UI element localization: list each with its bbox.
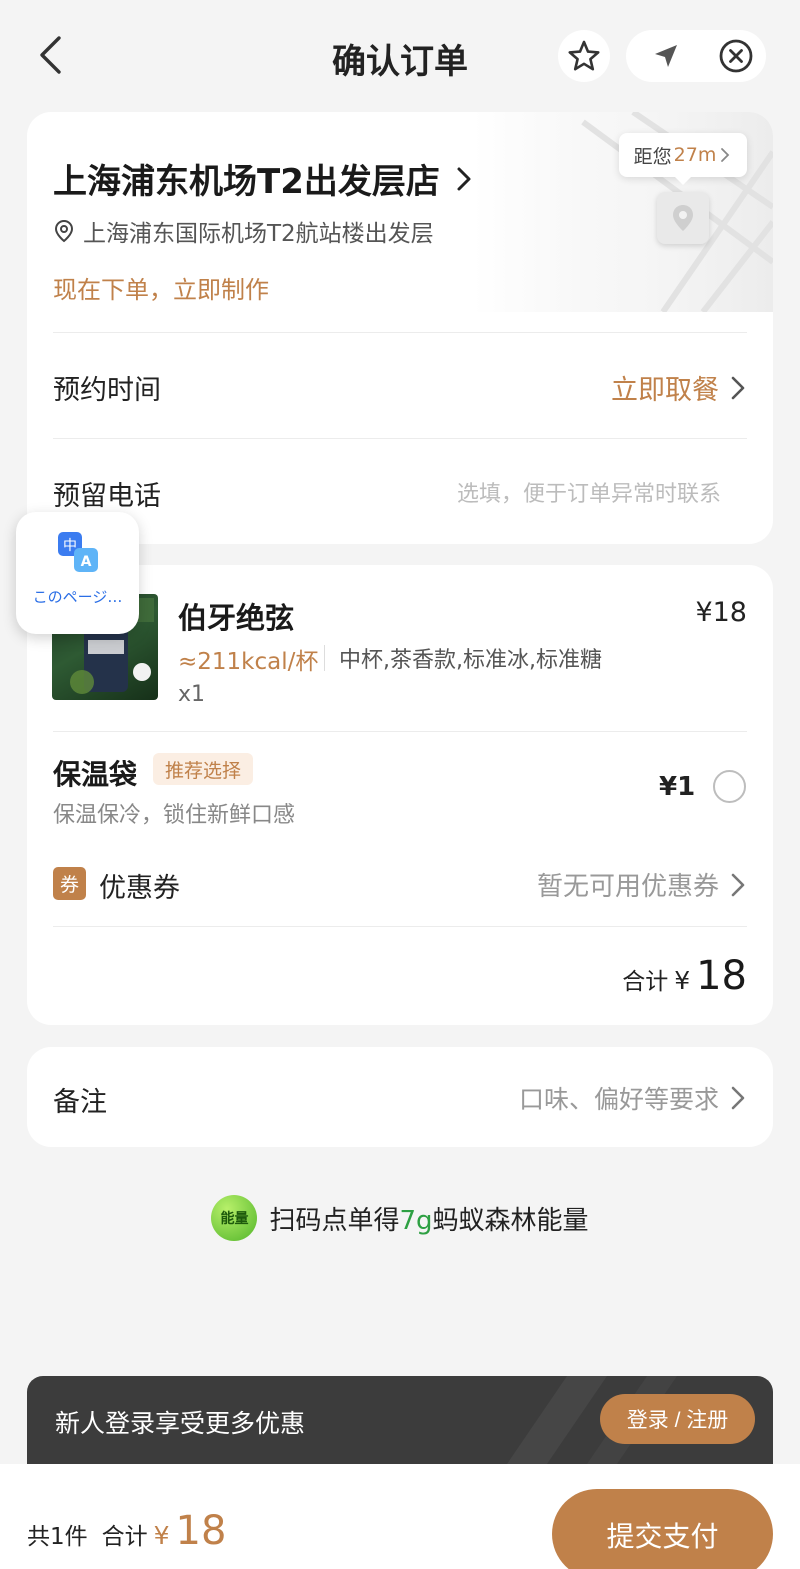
product-name: 伯牙绝弦 bbox=[178, 601, 295, 635]
bottom-total-label: 合计 bbox=[101, 1524, 148, 1550]
energy-amount: 7g bbox=[399, 1205, 433, 1236]
bottom-summary: 共1件 合计 ¥ 18 bbox=[27, 1508, 226, 1554]
reservation-time-selector[interactable]: 立即取餐 bbox=[611, 368, 747, 407]
reservation-value: 立即取餐 bbox=[611, 375, 719, 406]
store-card: 上海浦东机场T2出发层店 距您 27m 上海浦东国际机场T2航站楼出发层 现在下… bbox=[27, 112, 773, 544]
energy-banner: 能量 扫码点单得7g蚂蚁森林能量 bbox=[0, 1195, 800, 1241]
translate-icon: 中 A bbox=[58, 532, 98, 572]
remark-selector[interactable]: 口味、偏好等要求 bbox=[519, 1080, 747, 1116]
divider bbox=[53, 926, 747, 927]
translate-widget[interactable]: 中 A このページ… bbox=[16, 512, 139, 634]
item-count: 共1件 bbox=[27, 1524, 88, 1550]
close-button[interactable] bbox=[706, 30, 766, 82]
coupon-selector[interactable]: 暂无可用优惠券 bbox=[537, 866, 747, 903]
order-total: 合计 ¥ 18 bbox=[622, 953, 747, 999]
coupon-label: 优惠券 bbox=[99, 873, 180, 904]
location-pin-icon bbox=[54, 219, 74, 243]
bottom-total-amount: 18 bbox=[175, 1508, 227, 1554]
login-promo-text: 新人登录享受更多优惠 bbox=[55, 1409, 306, 1438]
store-name: 上海浦东机场T2出发层店 bbox=[53, 162, 440, 202]
chevron-left-icon bbox=[40, 36, 61, 74]
remark-card[interactable]: 备注 口味、偏好等要求 bbox=[27, 1047, 773, 1147]
back-button[interactable] bbox=[30, 30, 74, 80]
total-currency: ¥ bbox=[674, 966, 691, 995]
addon-description: 保温保冷，锁住新鲜口感 bbox=[53, 803, 296, 828]
chevron-right-icon bbox=[721, 148, 730, 162]
translate-icon-text-2: A bbox=[81, 554, 92, 570]
store-address: 上海浦东国际机场T2航站楼出发层 bbox=[53, 214, 434, 248]
energy-text: 扫码点单得7g蚂蚁森林能量 bbox=[269, 1200, 588, 1237]
phone-label: 预留电话 bbox=[53, 481, 161, 512]
energy-text-before: 扫码点单得 bbox=[269, 1205, 400, 1236]
addon-radio[interactable] bbox=[713, 770, 746, 803]
distance-tooltip[interactable]: 距您 27m bbox=[619, 133, 747, 185]
divider bbox=[53, 438, 747, 439]
addon-price: ¥1 bbox=[659, 772, 696, 802]
store-address-text: 上海浦东国际机场T2航站楼出发层 bbox=[83, 221, 434, 247]
distance-value: 27m bbox=[673, 144, 717, 166]
order-card: 伯牙绝弦 ¥18 ≈211kcal/杯 中杯,茶香款,标准冰,标准糖 x1 保温… bbox=[27, 565, 773, 1025]
navigation-arrow-icon bbox=[655, 45, 677, 67]
close-circle-icon bbox=[719, 39, 753, 73]
order-notice: 现在下单，立即制作 bbox=[53, 276, 269, 304]
energy-icon: 能量 bbox=[211, 1195, 258, 1241]
translate-icon-text-1: 中 bbox=[63, 538, 77, 554]
locate-button[interactable] bbox=[636, 30, 696, 82]
divider bbox=[324, 645, 325, 671]
remark-placeholder: 口味、偏好等要求 bbox=[518, 1085, 719, 1114]
product-calories: ≈211kcal/杯 bbox=[178, 649, 319, 675]
phone-input[interactable] bbox=[327, 472, 721, 516]
bottom-total-currency: ¥ bbox=[153, 1521, 170, 1550]
remark-label: 备注 bbox=[53, 1087, 107, 1118]
energy-text-after: 蚂蚁森林能量 bbox=[432, 1205, 589, 1236]
addon-badge: 推荐选择 bbox=[153, 753, 254, 785]
chevron-right-icon bbox=[731, 376, 745, 399]
bottom-bar: 共1件 合计 ¥ 18 提交支付 bbox=[0, 1464, 800, 1569]
divider bbox=[53, 731, 747, 732]
login-banner: 新人登录享受更多优惠 登录 / 注册 bbox=[27, 1376, 773, 1464]
product-price: ¥18 bbox=[695, 597, 747, 628]
coupon-icon: 券 bbox=[53, 867, 86, 900]
product-spec: 中杯,茶香款,标准冰,标准糖 bbox=[339, 648, 602, 673]
top-bar: 确认订单 bbox=[0, 0, 800, 110]
translate-label: このページ… bbox=[32, 588, 123, 606]
capsule-menu bbox=[626, 30, 766, 82]
product-quantity: x1 bbox=[178, 682, 206, 707]
chevron-right-icon bbox=[731, 873, 745, 896]
favorite-button[interactable] bbox=[558, 30, 610, 82]
submit-payment-button[interactable]: 提交支付 bbox=[552, 1489, 773, 1569]
coupon-value: 暂无可用优惠券 bbox=[536, 872, 719, 902]
map-pin-icon bbox=[657, 192, 709, 244]
chevron-right-icon bbox=[731, 1086, 745, 1110]
addon-title: 保温袋 bbox=[53, 758, 138, 791]
store-name-link[interactable]: 上海浦东机场T2出发层店 bbox=[53, 154, 474, 203]
total-label: 合计 bbox=[622, 969, 669, 995]
distance-prefix: 距您 bbox=[633, 145, 672, 168]
divider bbox=[53, 332, 747, 333]
reservation-label: 预约时间 bbox=[53, 375, 161, 406]
total-amount: 18 bbox=[696, 953, 747, 999]
login-register-button[interactable]: 登录 / 注册 bbox=[600, 1394, 755, 1444]
chevron-right-icon bbox=[457, 167, 471, 190]
star-icon bbox=[568, 40, 600, 71]
